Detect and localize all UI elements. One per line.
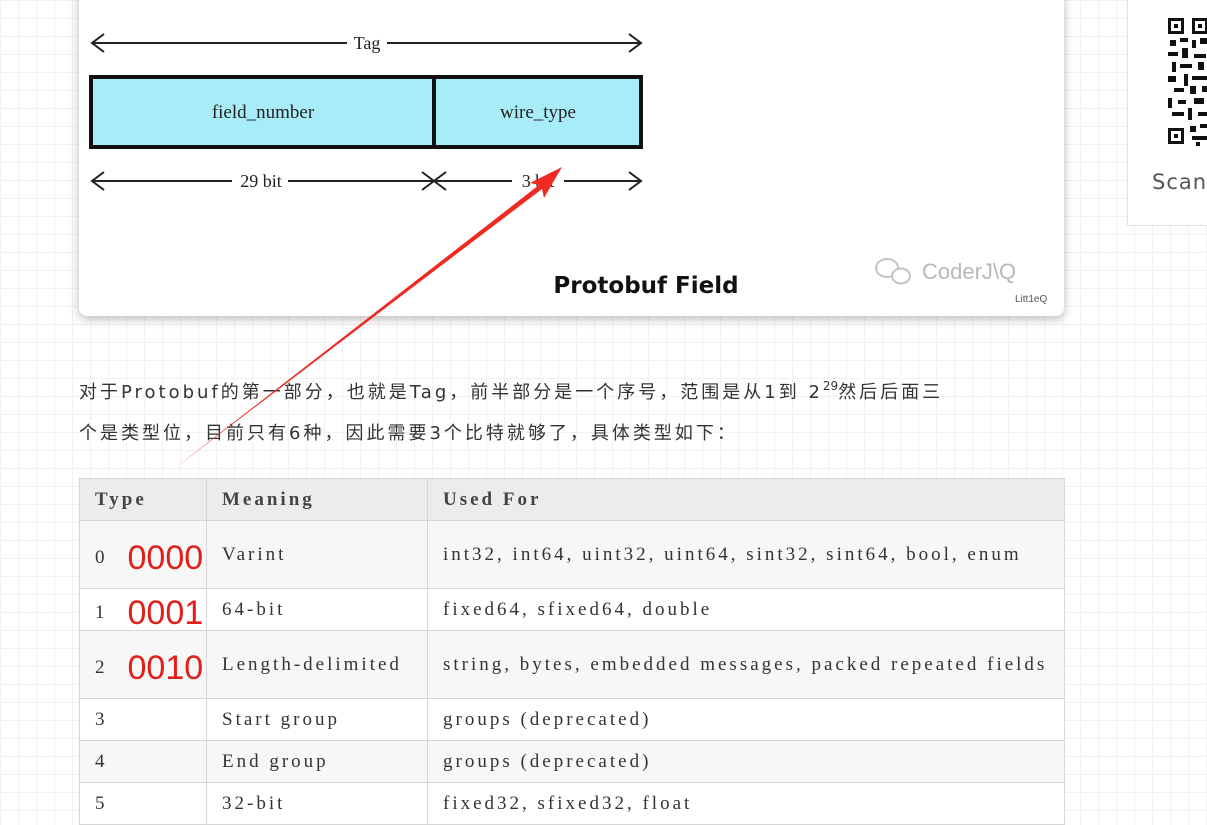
wire-type-label: wire_type bbox=[500, 102, 576, 123]
watermark-subtext: Litt1eQ bbox=[1015, 294, 1047, 305]
scan-label: Scan bbox=[1152, 170, 1207, 194]
type-cell: 5 bbox=[79, 782, 207, 825]
left-bits-label: 29 bit bbox=[240, 171, 282, 191]
table-row: 1 0001 64-bit fixed64, sfixed64, double bbox=[79, 588, 1065, 632]
qr-code-icon bbox=[1166, 14, 1207, 148]
paragraph-line1-tail: 然后后面三 bbox=[838, 382, 944, 403]
protobuf-field-figure: Tag field_number wire_type 29 bit 3 bit … bbox=[79, 0, 1064, 316]
right-bits-label: 3 bit bbox=[522, 171, 555, 191]
binary-annotation: 0010 bbox=[127, 648, 204, 687]
type-cell: 2 0010 bbox=[79, 630, 207, 699]
binary-annotation: 0001 bbox=[127, 593, 204, 632]
type-value: 0 bbox=[95, 546, 108, 568]
meaning-cell: Start group bbox=[206, 698, 428, 741]
wechat-icon bbox=[875, 258, 911, 285]
meaning-cell: 64-bit bbox=[206, 588, 428, 631]
figure-caption: Protobuf Field bbox=[553, 273, 738, 299]
qr-code-card: Scan bbox=[1127, 0, 1207, 226]
meaning-cell: End group bbox=[206, 740, 428, 783]
type-cell: 3 bbox=[79, 698, 207, 741]
type-value: 1 bbox=[95, 601, 108, 623]
meaning-cell: Varint bbox=[206, 520, 428, 589]
table-row: 5 32-bit fixed32, sfixed32, float bbox=[79, 782, 1065, 825]
paragraph-exponent: 29 bbox=[822, 379, 839, 393]
type-value: 2 bbox=[95, 656, 108, 678]
used-for-cell: int32, int64, uint32, uint64, sint32, si… bbox=[427, 520, 1065, 589]
meaning-cell: 32-bit bbox=[206, 782, 428, 825]
header-type: Type bbox=[79, 478, 207, 521]
wire-types-table: Type Meaning Used For 0 0000 Varint int32… bbox=[79, 478, 1065, 825]
paragraph-line2-text: 个是类型位，目前只有6种，因此需要3个比特就够了，具体类型如下： bbox=[79, 423, 738, 444]
used-for-cell: string, bytes, embedded messages, packed… bbox=[427, 630, 1065, 699]
type-cell: 1 0001 bbox=[79, 588, 207, 632]
field-number-label: field_number bbox=[212, 102, 315, 123]
meaning-cell: Length-delimited bbox=[206, 630, 428, 699]
figure-diagram: Tag field_number wire_type 29 bit 3 bit … bbox=[89, 32, 1047, 305]
used-for-cell: groups (deprecated) bbox=[427, 698, 1065, 741]
article-paragraph: 对于Protobuf的第一部分，也就是Tag，前半部分是一个序号，范围是从1到 … bbox=[79, 373, 1069, 454]
header-used-for: Used For bbox=[427, 478, 1065, 521]
used-for-cell: fixed32, sfixed32, float bbox=[427, 782, 1065, 825]
table-row: 2 0010 Length-delimited string, bytes, em… bbox=[79, 630, 1065, 699]
header-meaning: Meaning bbox=[206, 478, 428, 521]
binary-annotation: 0000 bbox=[127, 538, 204, 577]
paragraph-line1-text: 对于Protobuf的第一部分，也就是Tag，前半部分是一个序号，范围是从1到 … bbox=[79, 382, 823, 403]
table-row: 4 End group groups (deprecated) bbox=[79, 740, 1065, 783]
table-row: 0 0000 Varint int32, int64, uint32, uint6… bbox=[79, 520, 1065, 589]
table-row: 3 Start group groups (deprecated) bbox=[79, 698, 1065, 741]
type-cell: 0 0000 bbox=[79, 520, 207, 589]
tag-label: Tag bbox=[354, 33, 381, 53]
table-header-row: Type Meaning Used For bbox=[79, 478, 1065, 521]
used-for-cell: groups (deprecated) bbox=[427, 740, 1065, 783]
type-cell: 4 bbox=[79, 740, 207, 783]
watermark-text: CoderJ\Q bbox=[922, 259, 1016, 284]
used-for-cell: fixed64, sfixed64, double bbox=[427, 588, 1065, 631]
